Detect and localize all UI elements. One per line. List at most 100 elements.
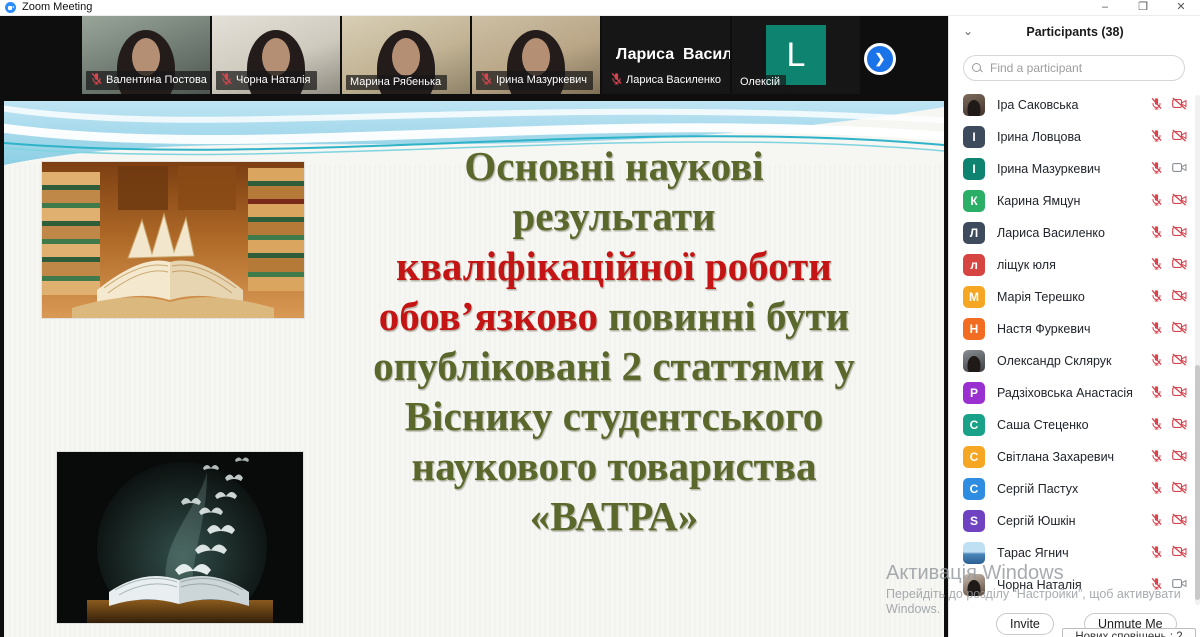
participant-avatar: К [963, 190, 985, 212]
mic-muted-icon [1150, 417, 1163, 435]
notification-toast: Нових сповіщень : 2 [1062, 628, 1196, 637]
search-input[interactable] [988, 60, 1176, 76]
flying-pages-image [57, 452, 303, 623]
mic-muted-icon [1150, 321, 1163, 339]
mic-muted-icon [1150, 193, 1163, 211]
participant-name: Ірина Ловцова [997, 130, 1081, 144]
shared-screen-area: Валентина Постова Чорна Наталія Марина Ряб… [0, 15, 948, 637]
video-on-icon [1172, 577, 1187, 595]
participant-avatar: С [963, 446, 985, 468]
next-participants-page-button[interactable]: ❯ [864, 43, 896, 75]
mic-muted-icon [1150, 385, 1163, 403]
mic-muted-icon [1150, 97, 1163, 115]
video-off-icon [1172, 481, 1187, 499]
participant-name: Тарас Ягнич [997, 546, 1069, 560]
participant-row[interactable]: І Ірина Ловцова [949, 121, 1200, 153]
video-off-icon [1172, 321, 1187, 339]
chevron-right-icon: ❯ [875, 51, 886, 67]
participant-row[interactable]: І Ірина Мазуркевич [949, 153, 1200, 185]
video-tile[interactable]: Марина Рябенька [342, 16, 470, 94]
participant-name: Карина Ямцун [997, 194, 1080, 208]
video-tile[interactable]: Чорна Наталія [212, 16, 340, 94]
participant-row[interactable]: Н Настя Фуркевич [949, 313, 1200, 345]
mic-muted-icon [220, 72, 233, 88]
participant-name: Світлана Захаревич [997, 450, 1114, 464]
participant-row[interactable]: ММарія Терешко [949, 281, 1200, 313]
participant-name: Радзіховська Анастасія [997, 386, 1133, 400]
presentation-slide: Основні науковірезультатикваліфікаційної… [4, 101, 944, 637]
participant-name: Марія Терешко [997, 290, 1085, 304]
participant-row[interactable]: К Карина Ямцун [949, 185, 1200, 217]
minimize-button[interactable]: – [1088, 0, 1122, 15]
slide-title: Основні науковірезультатикваліфікаційної… [289, 141, 939, 541]
participant-name: Настя Фуркевич [997, 322, 1090, 336]
maximize-button[interactable]: ❐ [1126, 0, 1160, 15]
mic-muted-icon [1150, 481, 1163, 499]
tile-name-label: Марина Рябенька [346, 75, 447, 90]
participant-row[interactable]: лліщук юля [949, 249, 1200, 281]
window-title: Zoom Meeting [22, 1, 92, 13]
search-icon [972, 63, 982, 73]
participant-avatar: І [963, 158, 985, 180]
mic-muted-icon [1150, 449, 1163, 467]
video-tile[interactable]: Ірина Мазуркевич [472, 16, 600, 94]
participant-row[interactable]: ССаша Стеценко [949, 409, 1200, 441]
mic-muted-icon [1150, 513, 1163, 531]
video-off-icon [1172, 193, 1187, 211]
tile-name-label: Ірина Мазуркевич [476, 71, 593, 90]
participants-panel-title: Participants (38) [949, 25, 1200, 39]
video-off-icon [1172, 129, 1187, 147]
participant-name: Ірина Мазуркевич [997, 162, 1100, 176]
participants-panel: ⌄ Participants (38) Іра СаковськаІІрина … [948, 15, 1200, 637]
title-bar: Zoom Meeting – ❐ ✕ [0, 0, 1200, 16]
slide-title-line: обов’язково повинні бути [289, 291, 939, 341]
slide-title-line: кваліфікаційної роботи [289, 241, 939, 291]
participant-avatar [963, 94, 985, 116]
participant-avatar [963, 542, 985, 564]
participant-row[interactable]: Тарас Ягнич [949, 537, 1200, 569]
mic-muted-icon [610, 72, 623, 88]
video-tile[interactable]: LОлексій [732, 16, 860, 94]
slide-title-line: Основні наукові [289, 141, 939, 191]
video-off-icon [1172, 417, 1187, 435]
participant-avatar [963, 350, 985, 372]
participant-row[interactable]: Чорна Наталія [949, 569, 1200, 601]
participant-avatar: С [963, 414, 985, 436]
close-button[interactable]: ✕ [1164, 0, 1198, 15]
participant-avatar: Л [963, 222, 985, 244]
participant-avatar [963, 574, 985, 596]
video-tile[interactable]: Валентина Постова [82, 16, 210, 94]
slide-title-line: наукового товариства [289, 441, 939, 491]
mic-muted-icon [1150, 225, 1163, 243]
mic-muted-icon [90, 72, 103, 88]
participant-name: Іра Саковська [997, 98, 1079, 112]
participant-row[interactable]: ССергій Пастух [949, 473, 1200, 505]
slide-title-line: Віснику студентського [289, 391, 939, 441]
video-off-icon [1172, 545, 1187, 563]
slide-title-line: опубліковані 2 статтями у [289, 341, 939, 391]
invite-button[interactable]: Invite [996, 613, 1054, 635]
video-tile[interactable]: Лариса Василе...Лариса Василенко [602, 16, 730, 94]
participant-row[interactable]: Іра Саковська [949, 89, 1200, 121]
participant-row[interactable]: Олександр Склярук [949, 345, 1200, 377]
participant-row[interactable]: SСергій Юшкін [949, 505, 1200, 537]
participant-row[interactable]: РРадзіховська Анастасія [949, 377, 1200, 409]
participant-row[interactable]: Л Лариса Василенко [949, 217, 1200, 249]
zoom-app-icon [5, 2, 16, 13]
participant-avatar: І [963, 126, 985, 148]
video-on-icon [1172, 161, 1187, 179]
participant-avatar: Н [963, 318, 985, 340]
participant-search-box[interactable] [963, 55, 1185, 81]
mic-muted-icon [1150, 577, 1163, 595]
video-off-icon [1172, 513, 1187, 531]
tile-name-label: Валентина Постова [86, 71, 210, 90]
video-off-icon [1172, 289, 1187, 307]
participant-name: ліщук юля [997, 258, 1056, 272]
video-off-icon [1172, 97, 1187, 115]
participant-name: Лариса Василенко [997, 226, 1105, 240]
books-image [42, 162, 304, 318]
scrollbar-thumb[interactable] [1195, 365, 1200, 600]
participant-avatar: С [963, 478, 985, 500]
tile-name-label: Чорна Наталія [216, 71, 317, 90]
participant-row[interactable]: С Світлана Захаревич [949, 441, 1200, 473]
